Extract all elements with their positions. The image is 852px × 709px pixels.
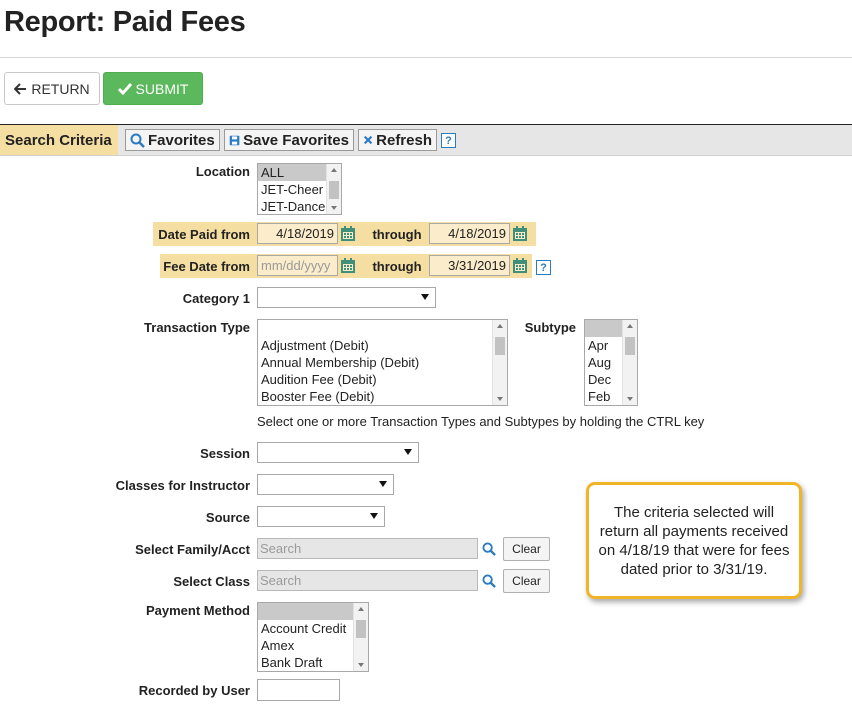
location-listbox[interactable]: ALL JET-Cheer JET-Dance [257,163,342,215]
select-class-label: Select Class [173,574,250,589]
select-family-label: Select Family/Acct [135,542,250,557]
calendar-icon[interactable] [512,258,528,274]
page-title: Report: Paid Fees [4,6,246,38]
date-paid-label: Date Paid from [158,227,250,242]
calendar-icon[interactable] [340,226,356,242]
location-scrollbar[interactable] [326,164,341,214]
chevron-down-icon [404,449,412,455]
location-label: Location [195,164,250,179]
classes-for-instructor-label: Classes for Instructor [115,478,250,493]
return-button[interactable]: RETURN [4,72,100,105]
search-icon[interactable] [482,542,496,556]
source-label: Source [205,510,250,525]
refresh-button[interactable]: Refresh [358,129,437,151]
save-icon [229,135,240,145]
session-label: Session [200,446,250,461]
family-search-input[interactable]: Search [257,538,478,559]
chevron-down-icon [421,294,429,300]
callout-text: The criteria selected will return all pa… [598,503,790,578]
payment-method-option[interactable]: Account Credit [258,620,368,637]
payment-method-option[interactable]: Bank Draft [258,654,368,671]
favorites-label: Favorites [148,131,215,149]
title-divider [0,57,852,58]
return-button-label: RETURN [31,80,90,97]
transaction-type-label: Transaction Type [144,320,250,335]
refresh-label: Refresh [376,131,432,149]
session-select[interactable] [257,442,419,463]
submit-button-label: SUBMIT [135,80,189,97]
annotation-callout: The criteria selected will return all pa… [586,482,802,599]
fee-date-from-input[interactable]: mm/dd/yyyy [257,255,338,276]
clear-family-button[interactable]: Clear [503,537,550,561]
transaction-type-option[interactable]: Booster Fee (Debit) [258,388,507,405]
chevron-down-icon [370,513,378,519]
category1-select[interactable] [257,287,436,308]
help-icon[interactable]: ? [441,133,456,148]
payment-method-scrollbar[interactable] [353,603,368,671]
clear-class-button[interactable]: Clear [503,569,550,593]
classes-for-instructor-select[interactable] [257,474,394,495]
search-criteria-label: Search Criteria [0,125,118,155]
date-paid-through-label: through [372,227,422,242]
payment-method-option[interactable]: Amex [258,637,368,654]
search-icon [130,133,145,148]
fee-date-to-input[interactable]: 3/31/2019 [429,255,510,276]
arrow-left-icon [14,82,27,95]
ctrl-key-hint: Select one or more Transaction Types and… [257,414,705,429]
chevron-down-icon [379,481,387,487]
recorded-by-user-label: Recorded by User [138,683,250,698]
payment-method-option[interactable] [258,603,368,620]
class-search-input[interactable]: Search [257,570,478,591]
subtype-listbox[interactable]: Apr Aug Dec Feb [584,319,638,406]
subtype-scrollbar[interactable] [622,320,637,405]
fee-date-label: Fee Date from [163,259,250,274]
calendar-icon[interactable] [340,258,356,274]
transaction-type-option[interactable] [258,320,507,337]
fee-date-through-label: through [372,259,422,274]
subtype-label: Subtype [524,320,576,335]
fee-date-help-icon[interactable]: ? [536,260,551,275]
calendar-icon[interactable] [512,226,528,242]
payment-method-label: Payment Method [145,603,250,618]
transaction-type-option[interactable]: Audition Fee (Debit) [258,371,507,388]
close-icon [363,135,373,145]
search-icon[interactable] [482,574,496,588]
recorded-by-user-input[interactable] [257,679,340,701]
payment-method-listbox[interactable]: Account Credit Amex Bank Draft [257,602,369,672]
date-paid-to-input[interactable]: 4/18/2019 [429,223,510,244]
favorites-button[interactable]: Favorites [125,129,220,151]
transaction-type-option[interactable]: Adjustment (Debit) [258,337,507,354]
save-favorites-button[interactable]: Save Favorites [224,129,354,151]
transaction-type-scrollbar[interactable] [492,320,507,405]
submit-button[interactable]: SUBMIT [103,72,203,105]
source-select[interactable] [257,506,385,527]
save-favorites-label: Save Favorites [243,131,349,149]
checkmark-icon [117,82,132,95]
category1-label: Category 1 [182,291,250,306]
date-paid-from-input[interactable]: 4/18/2019 [257,223,338,244]
transaction-type-option[interactable]: Annual Membership (Debit) [258,354,507,371]
transaction-type-listbox[interactable]: Adjustment (Debit) Annual Membership (De… [257,319,508,406]
